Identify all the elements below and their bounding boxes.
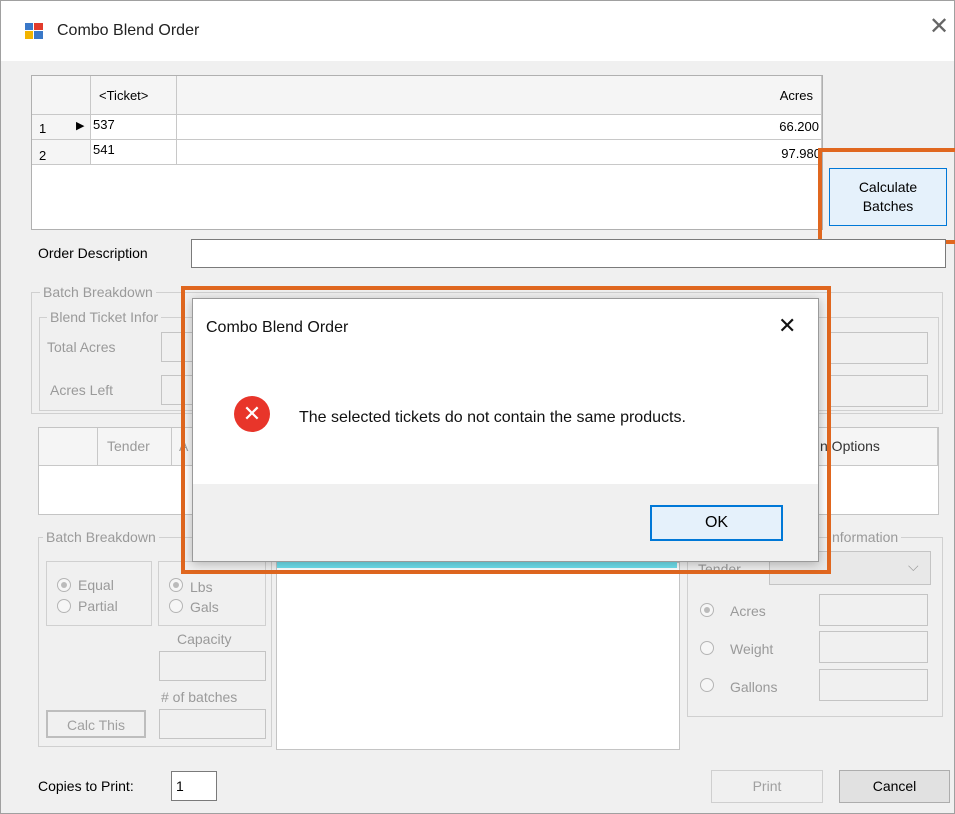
total-acres-label: Total Acres <box>47 339 116 355</box>
dialog-footer: OK <box>193 484 818 561</box>
equal-label: Equal <box>78 577 114 593</box>
options-column-header[interactable]: n Options <box>817 428 938 466</box>
ticket-value: 537 <box>93 117 115 132</box>
partial-label: Partial <box>78 598 118 614</box>
tender-table-corner <box>39 428 98 466</box>
weight-radio-label: Weight <box>730 641 774 657</box>
weight-radio[interactable] <box>700 641 714 655</box>
order-description-input[interactable] <box>191 239 946 268</box>
calculate-batches-button[interactable]: Calculate Batches <box>829 168 947 226</box>
combo-blend-order-window: Combo Blend Order ✕ <Ticket> Acres 1 ▶ 5… <box>0 0 955 814</box>
table-row-acres-cell[interactable]: 97.980 <box>177 140 822 165</box>
dialog-close-icon[interactable]: ✕ <box>778 313 796 339</box>
acres-value: 66.200 <box>779 119 819 134</box>
current-row-marker-icon: ▶ <box>76 120 85 132</box>
grid-corner <box>32 76 91 115</box>
table-row-ticket-cell[interactable]: 541 <box>91 140 177 165</box>
error-icon: ✕ <box>234 396 270 432</box>
capacity-label: Capacity <box>177 631 232 647</box>
upper-right-field-1 <box>827 332 928 364</box>
column-header-acres-label: Acres <box>779 88 813 103</box>
title-bar: Combo Blend Order ✕ <box>1 1 954 61</box>
acres-value: 97.980 <box>781 146 821 161</box>
ticket-value: 541 <box>93 142 115 157</box>
blend-ticket-info-legend: Blend Ticket Infor <box>47 309 162 325</box>
acres-amount-field <box>819 594 928 626</box>
lbs-label: Lbs <box>190 579 213 595</box>
upper-right-field-2 <box>827 375 928 407</box>
ticket-grid[interactable]: <Ticket> Acres 1 ▶ 537 66.200 2 541 97.9… <box>31 75 823 230</box>
split-type-group <box>46 561 152 626</box>
window-close-icon[interactable]: ✕ <box>929 15 949 39</box>
batch-list[interactable] <box>276 562 680 750</box>
dialog-title: Combo Blend Order <box>206 319 349 336</box>
dialog-message: The selected tickets do not contain the … <box>299 409 686 426</box>
app-icon <box>25 23 43 39</box>
tender-column-label: Tender <box>107 438 150 454</box>
number-of-batches-field <box>159 709 266 739</box>
acres-radio[interactable] <box>700 603 714 617</box>
copies-to-print-input[interactable] <box>171 771 217 801</box>
lbs-radio[interactable] <box>169 578 183 592</box>
ok-button[interactable]: OK <box>650 505 783 541</box>
information-legend: nformation <box>829 529 902 545</box>
partial-radio[interactable] <box>57 599 71 613</box>
column-header-ticket-label: <Ticket> <box>99 88 149 103</box>
number-of-batches-label: # of batches <box>161 689 238 705</box>
gals-label: Gals <box>190 599 219 615</box>
table-row-acres-cell[interactable]: 66.200 <box>177 115 822 140</box>
batch-breakdown-legend: Batch Breakdown <box>40 284 156 300</box>
row-number: 1 <box>39 121 47 136</box>
calculate-batches-line2: Batches <box>862 198 914 214</box>
equal-radio[interactable] <box>57 578 71 592</box>
message-dialog: Combo Blend Order ✕ ✕ The selected ticke… <box>192 298 819 562</box>
column-header-acres[interactable]: Acres <box>177 76 822 115</box>
batch-breakdown-lower-legend: Batch Breakdown <box>43 529 159 545</box>
acres-radio-label: Acres <box>730 603 766 619</box>
column-header-ticket[interactable]: <Ticket> <box>91 76 177 115</box>
acres-left-label: Acres Left <box>50 382 114 398</box>
order-description-label: Order Description <box>38 245 148 261</box>
window-title: Combo Blend Order <box>57 22 200 39</box>
calculate-batches-line1: Calculate <box>858 179 918 195</box>
tender-column-header[interactable]: Tender <box>98 428 172 466</box>
gallons-radio-label: Gallons <box>730 679 778 695</box>
row-number: 2 <box>39 148 47 163</box>
table-row-ticket-cell[interactable]: 537 <box>91 115 177 140</box>
row-header-1[interactable]: 1 ▶ <box>32 115 91 140</box>
copies-to-print-label: Copies to Print: <box>38 778 134 794</box>
calc-this-button[interactable]: Calc This <box>46 710 146 738</box>
gals-radio[interactable] <box>169 599 183 613</box>
weight-amount-field <box>819 631 928 663</box>
print-button[interactable]: Print <box>711 770 823 803</box>
gallons-radio[interactable] <box>700 678 714 692</box>
cancel-button[interactable]: Cancel <box>839 770 950 803</box>
row-header-2[interactable]: 2 <box>32 140 91 165</box>
capacity-field <box>159 651 266 681</box>
chevron-down-icon: ⌵ <box>908 558 919 574</box>
gallons-amount-field <box>819 669 928 701</box>
